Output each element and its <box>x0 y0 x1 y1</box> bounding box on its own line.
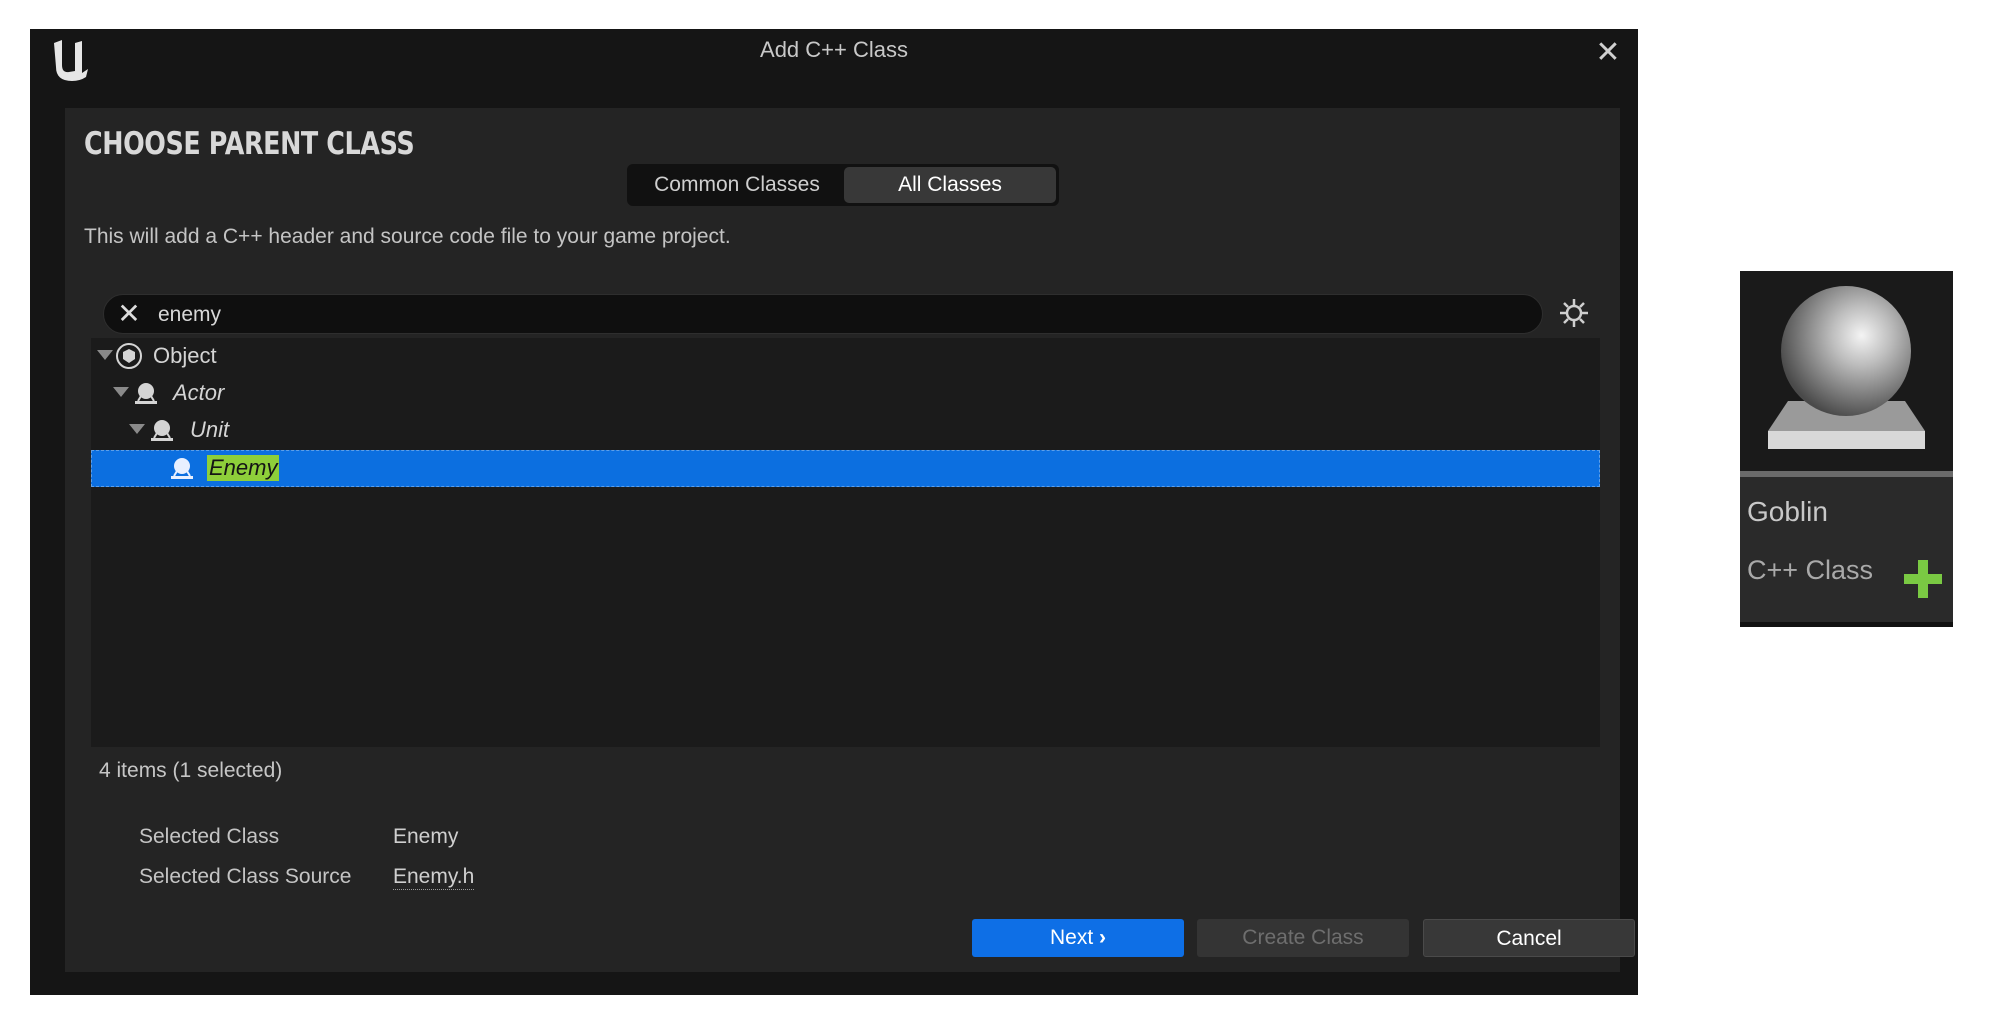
add-cpp-class-dialog: Add C++ Class ✕ CHOOSE PARENT CLASS Comm… <box>30 29 1638 995</box>
next-button-label: Next <box>1049 926 1094 949</box>
actor-class-icon <box>135 383 157 404</box>
tab-common-classes[interactable]: Common Classes <box>630 167 844 203</box>
thumbnail-asset-type: C++ Class <box>1747 555 1874 585</box>
expand-caret-icon[interactable] <box>129 424 145 434</box>
thumbnail-asset-name: Goblin <box>1747 496 1828 527</box>
selected-source-link[interactable]: Enemy.h <box>393 865 475 890</box>
close-icon: ✕ <box>1595 36 1621 69</box>
description-text: This will add a C++ header and source co… <box>84 225 731 248</box>
selected-class-value: Enemy <box>393 825 459 848</box>
thumbnail-divider <box>1740 471 1953 477</box>
plus-icon <box>1904 560 1942 598</box>
tree-row-actor[interactable]: Actor <box>91 375 1600 412</box>
dialog-title: Add C++ Class <box>760 37 908 62</box>
class-search-input[interactable] <box>156 299 1520 331</box>
gear-icon[interactable] <box>1557 296 1591 330</box>
tree-item-label: Enemy <box>207 455 280 481</box>
tree-item-label: Actor <box>173 380 225 405</box>
close-button[interactable]: ✕ <box>1592 37 1624 69</box>
actor-class-icon <box>171 458 193 479</box>
class-scope-tabs: Common Classes All Classes <box>627 164 1059 206</box>
class-asset-thumbnail[interactable]: Goblin C++ Class <box>1740 271 1953 627</box>
class-search-box: ✕ <box>103 294 1543 334</box>
selected-class-label: Selected Class <box>139 825 280 848</box>
sphere-preview-icon <box>1740 271 1953 471</box>
chevron-right-icon: › <box>1099 926 1107 949</box>
class-tree: Object Actor Unit Enemy <box>91 338 1600 747</box>
selected-source-label: Selected Class Source <box>139 865 352 888</box>
next-button[interactable]: Next › <box>972 919 1184 957</box>
tree-item-label: Unit <box>190 417 230 442</box>
dialog-content: CHOOSE PARENT CLASS Common Classes All C… <box>65 108 1635 972</box>
page-heading: CHOOSE PARENT CLASS <box>84 126 415 162</box>
item-count-status: 4 items (1 selected) <box>99 759 283 782</box>
thumbnail-bottom-edge <box>1740 622 1953 627</box>
title-bar: Add C++ Class ✕ <box>30 29 1638 107</box>
tab-all-classes[interactable]: All Classes <box>844 167 1056 203</box>
create-class-button[interactable]: Create Class <box>1197 919 1409 957</box>
expand-caret-icon[interactable] <box>113 387 129 397</box>
search-clear-button[interactable]: ✕ <box>112 297 146 331</box>
tree-item-label: Object <box>153 343 217 368</box>
cancel-button[interactable]: Cancel <box>1423 919 1635 957</box>
tree-row-object[interactable]: Object <box>91 338 1600 375</box>
clear-icon: ✕ <box>117 298 141 329</box>
tree-row-unit[interactable]: Unit <box>91 412 1600 449</box>
expand-caret-icon[interactable] <box>97 350 113 360</box>
actor-class-icon <box>151 420 173 441</box>
tree-row-enemy[interactable]: Enemy <box>91 450 1600 487</box>
object-class-icon <box>116 343 142 369</box>
